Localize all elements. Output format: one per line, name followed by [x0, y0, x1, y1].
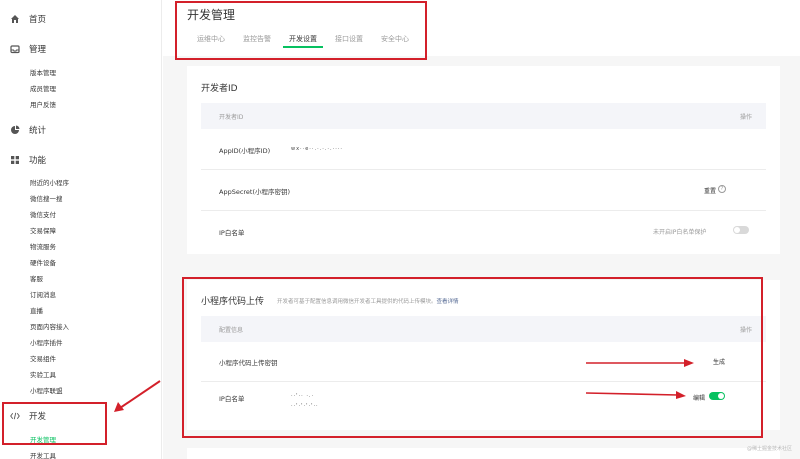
arrowhead	[684, 359, 694, 367]
arrow-to-edit	[585, 392, 679, 396]
watermark: @稀土掘金技术社区	[746, 446, 792, 452]
annotation-arrows	[114, 359, 694, 412]
arrow-to-develop	[119, 380, 161, 409]
arrowhead	[676, 391, 686, 399]
